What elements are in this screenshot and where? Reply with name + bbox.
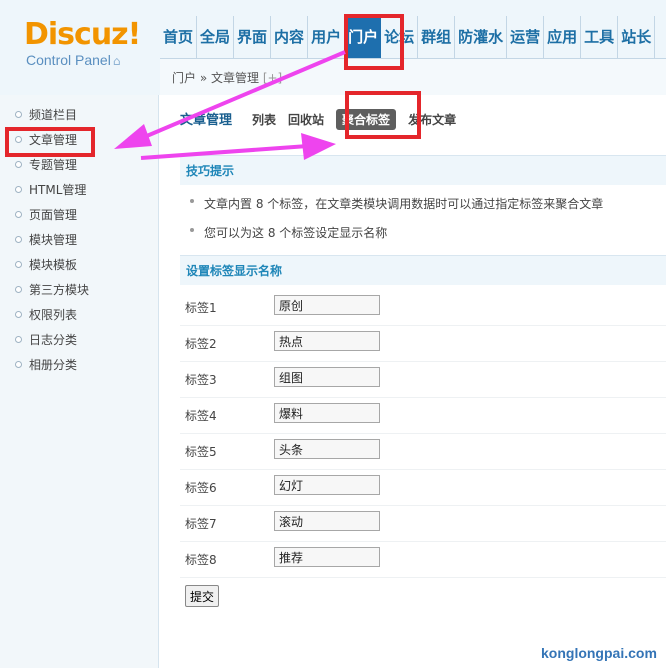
sidebar-item-modules[interactable]: 模块管理 (0, 228, 158, 253)
sidebar-item-module-templates[interactable]: 模块模板 (0, 253, 158, 278)
tag8-input[interactable] (274, 547, 380, 567)
sidebar: 频道栏目 文章管理 专题管理 HTML管理 页面管理 模块管理 模块模板 第三方… (0, 95, 159, 668)
field-label: 标签8 (185, 553, 217, 567)
bullet-icon (15, 311, 22, 318)
nav-operations[interactable]: 运营 (507, 16, 545, 58)
logo-brand: Discuz! (24, 17, 141, 52)
nav-global[interactable]: 全局 (197, 16, 235, 58)
bullet-icon (15, 336, 22, 343)
nav-groups[interactable]: 群组 (418, 16, 456, 58)
tag6-input[interactable] (274, 475, 380, 495)
field-label: 标签5 (185, 445, 217, 459)
top-navigation: 首页 全局 界面 内容 用户 门户 论坛 群组 防灌水 运营 应用 工具 站长 (160, 16, 666, 58)
header: Discuz! Control Panel ⌂ 首页 全局 界面 内容 用户 门户 论坛 群组防… (0, 0, 666, 95)
bullet-icon (15, 186, 22, 193)
bullet-icon (15, 211, 22, 218)
field-label: 标签6 (185, 481, 217, 495)
nav-home[interactable]: 首页 (160, 16, 198, 58)
nav-apps[interactable]: 应用 (544, 16, 582, 58)
bullet-icon (15, 236, 22, 243)
nav-interface[interactable]: 界面 (234, 16, 272, 58)
nav-antispam[interactable]: 防灌水 (455, 16, 508, 58)
bullet-icon (15, 361, 22, 368)
form-row-tag5: 标签5 (180, 433, 666, 470)
tag2-input[interactable] (274, 331, 380, 351)
field-label: 标签1 (185, 301, 217, 315)
tips-heading: 技巧提示 (180, 155, 666, 185)
tip-item: 您可以为这 8 个标签设定显示名称 (204, 226, 388, 240)
breadcrumb: 门户 » 文章管理 [+] (172, 69, 282, 86)
bullet-icon (190, 199, 194, 203)
tag5-input[interactable] (274, 439, 380, 459)
form-heading: 设置标签显示名称 (180, 255, 666, 285)
bullet-icon (15, 286, 22, 293)
bullet-icon (15, 161, 22, 168)
tab-recycle-bin[interactable]: 回收站 (288, 111, 324, 128)
form-row-tag4: 标签4 (180, 397, 666, 434)
form-row-tag3: 标签3 (180, 361, 666, 398)
form-row-tag8: 标签8 (180, 541, 666, 578)
bullet-icon (190, 228, 194, 232)
submit-button[interactable]: 提交 (185, 585, 220, 607)
field-label: 标签3 (185, 373, 217, 387)
home-icon: ⌂ (112, 54, 121, 68)
sidebar-item-third-party[interactable]: 第三方模块 (0, 278, 158, 303)
nav-admin[interactable]: 站长 (618, 16, 656, 58)
tab-list[interactable]: 列表 (252, 111, 276, 128)
tag3-input[interactable] (274, 367, 380, 387)
annotation-box-aggregate-tags (345, 91, 421, 139)
sidebar-item-channels[interactable]: 频道栏目 (0, 103, 158, 128)
form-row-tag6: 标签6 (180, 469, 666, 506)
page-title: 文章管理 (180, 113, 233, 128)
sidebar-item-permissions[interactable]: 权限列表 (0, 303, 158, 328)
breadcrumb-bar: 门户 » 文章管理 [+] (160, 58, 666, 95)
main-content: 文章管理 列表 回收站 聚合标签 发布文章 技巧提示 文章内置 8 个标签，在文章类模块… (160, 95, 666, 668)
breadcrumb-text: 门户 » 文章管理 (172, 71, 259, 85)
nav-tools[interactable]: 工具 (581, 16, 619, 58)
field-label: 标签2 (185, 337, 217, 351)
tag4-input[interactable] (274, 403, 380, 423)
tag1-input[interactable] (274, 295, 380, 315)
tip-item: 文章内置 8 个标签，在文章类模块调用数据时可以通过指定标签来聚合文章 (204, 197, 604, 211)
sidebar-item-html[interactable]: HTML管理 (0, 178, 158, 203)
form-row-tag2: 标签2 (180, 325, 666, 362)
form-row-tag7: 标签7 (180, 505, 666, 542)
logo-subtitle: Control Panel (26, 52, 111, 68)
nav-users[interactable]: 用户 (308, 16, 346, 58)
field-label: 标签7 (185, 517, 217, 531)
sidebar-item-pages[interactable]: 页面管理 (0, 203, 158, 228)
field-label: 标签4 (185, 409, 217, 423)
bullet-icon (15, 261, 22, 268)
tag7-input[interactable] (274, 511, 380, 531)
sidebar-item-album-categories[interactable]: 相册分类 (0, 353, 158, 378)
tab-bar: 文章管理 列表 回收站 聚合标签 发布文章 (180, 109, 468, 133)
breadcrumb-add-button[interactable]: [+] (263, 71, 282, 85)
discuz-logo: Discuz! Control Panel ⌂ (24, 17, 154, 69)
annotation-box-articles (5, 127, 95, 157)
nav-content[interactable]: 内容 (271, 16, 309, 58)
annotation-box-portal (344, 14, 404, 70)
watermark: konglongpai.com (541, 645, 657, 661)
sidebar-item-blog-categories[interactable]: 日志分类 (0, 328, 158, 353)
bullet-icon (15, 111, 22, 118)
form-row-tag1: 标签1 (180, 289, 666, 326)
